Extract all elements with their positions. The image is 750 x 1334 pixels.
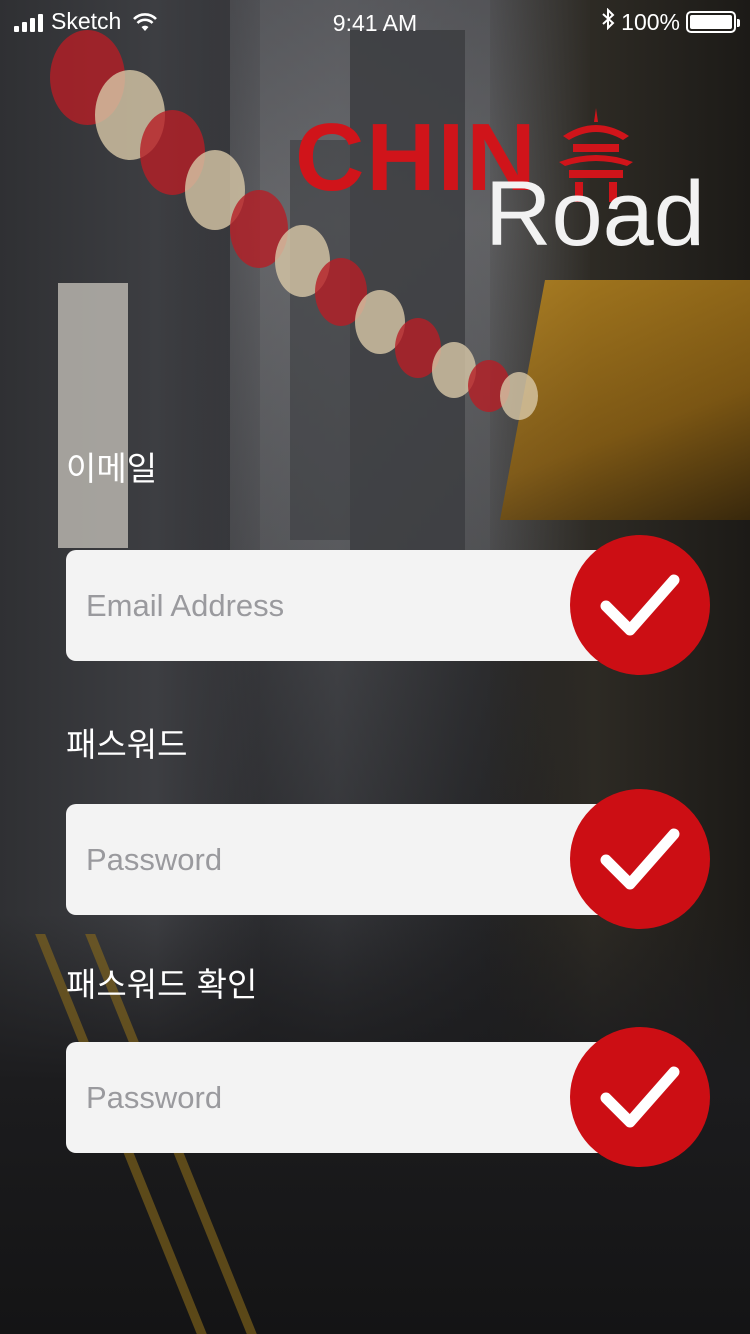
email-label: 이메일 (66, 450, 158, 487)
status-bar: Sketch 9:41 AM 100% (0, 0, 750, 44)
password-field-container (66, 789, 710, 929)
background-lantern (500, 372, 538, 420)
battery-percent: 100% (621, 8, 680, 35)
checkmark-icon (600, 828, 680, 890)
bluetooth-icon (601, 7, 615, 36)
email-valid-badge (570, 535, 710, 675)
battery-icon (686, 11, 740, 33)
background-vertical-sign (58, 283, 128, 548)
password-input[interactable] (66, 804, 536, 915)
password-valid-badge (570, 789, 710, 929)
confirm-password-label: 패스워드 확인 (66, 966, 258, 1003)
confirm-password-field-container (66, 1027, 710, 1167)
email-field-container (66, 535, 710, 675)
password-label: 패스워드 (66, 726, 188, 763)
confirm-password-input[interactable] (66, 1042, 536, 1153)
checkmark-icon (600, 1066, 680, 1128)
status-bar-right: 100% (601, 7, 740, 36)
china-road-logo: CHIN Road (295, 88, 705, 263)
email-input[interactable] (66, 550, 536, 661)
logo-brand-bottom: Road (485, 163, 705, 265)
checkmark-icon (600, 574, 680, 636)
confirm-password-valid-badge (570, 1027, 710, 1167)
